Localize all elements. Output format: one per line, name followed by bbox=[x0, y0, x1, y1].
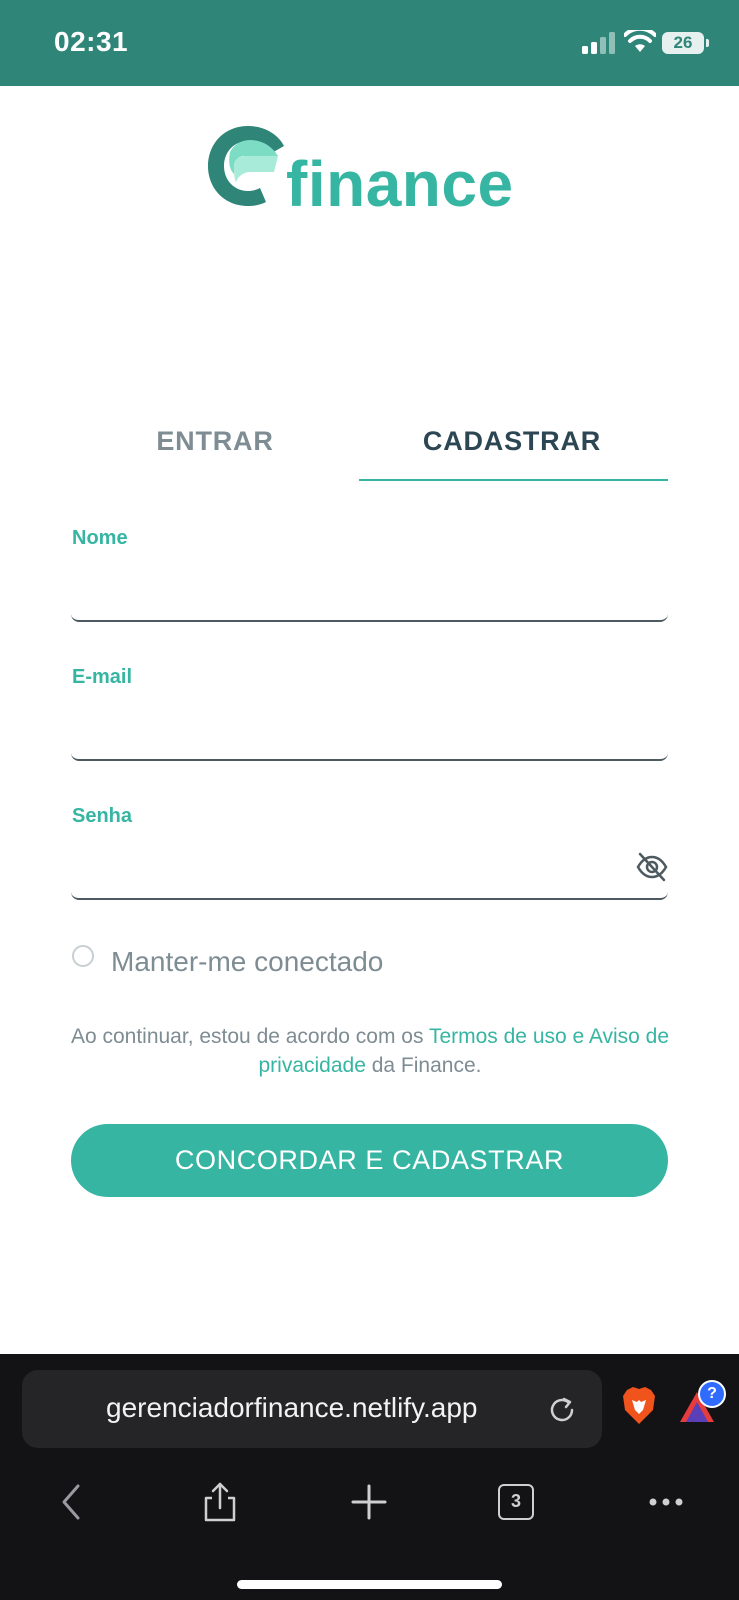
tabs-count-button[interactable]: 3 bbox=[498, 1484, 534, 1520]
more-options-icon[interactable] bbox=[646, 1482, 686, 1522]
extension-icon[interactable]: ? bbox=[678, 1380, 726, 1428]
terms-prefix: Ao continuar, estou de acordo com os bbox=[70, 1025, 429, 1048]
eye-off-icon[interactable] bbox=[636, 852, 668, 882]
name-field[interactable] bbox=[71, 556, 668, 622]
password-input[interactable] bbox=[71, 834, 617, 900]
new-tab-icon[interactable] bbox=[349, 1482, 389, 1522]
url-text[interactable]: gerenciadorfinance.netlify.app bbox=[106, 1392, 478, 1424]
terms-suffix: da Finance. bbox=[365, 1054, 482, 1077]
terms-text: Ao continuar, estou de acordo com os Ter… bbox=[60, 1022, 680, 1080]
wifi-icon bbox=[624, 30, 656, 52]
brave-shield-icon[interactable] bbox=[621, 1386, 657, 1426]
battery-tip bbox=[706, 39, 709, 47]
email-field[interactable] bbox=[71, 695, 668, 761]
active-tab-indicator bbox=[359, 479, 668, 481]
address-bar[interactable]: gerenciadorfinance.netlify.app bbox=[22, 1370, 602, 1448]
name-input[interactable] bbox=[71, 556, 617, 622]
cellular-signal-icon bbox=[582, 32, 615, 54]
battery-indicator: 26 bbox=[662, 32, 704, 54]
remember-me-label[interactable]: Manter-me conectado bbox=[111, 946, 383, 978]
status-time: 02:31 bbox=[54, 26, 129, 57]
tab-entrar[interactable]: ENTRAR bbox=[65, 426, 365, 457]
email-label: E-mail bbox=[72, 666, 133, 688]
email-input[interactable] bbox=[71, 695, 617, 761]
password-label: Senha bbox=[72, 805, 133, 827]
share-icon[interactable] bbox=[200, 1482, 240, 1522]
status-bar: 02:31 26 bbox=[0, 0, 739, 86]
password-field[interactable] bbox=[71, 834, 668, 900]
reload-icon[interactable] bbox=[546, 1394, 578, 1426]
finance-logo-icon bbox=[208, 126, 284, 206]
help-badge: ? bbox=[698, 1380, 726, 1408]
finance-logo-text: finance bbox=[286, 148, 514, 220]
tab-cadastrar[interactable]: CADASTRAR bbox=[362, 426, 662, 457]
back-icon[interactable] bbox=[54, 1482, 94, 1522]
agree-and-register-button[interactable]: CONCORDAR E CADASTRAR bbox=[71, 1124, 668, 1197]
home-indicator[interactable] bbox=[237, 1580, 502, 1589]
browser-chrome: gerenciadorfinance.netlify.app ? 3 bbox=[0, 1354, 739, 1600]
remember-me-radio[interactable] bbox=[72, 945, 94, 967]
name-label: Nome bbox=[72, 527, 128, 549]
